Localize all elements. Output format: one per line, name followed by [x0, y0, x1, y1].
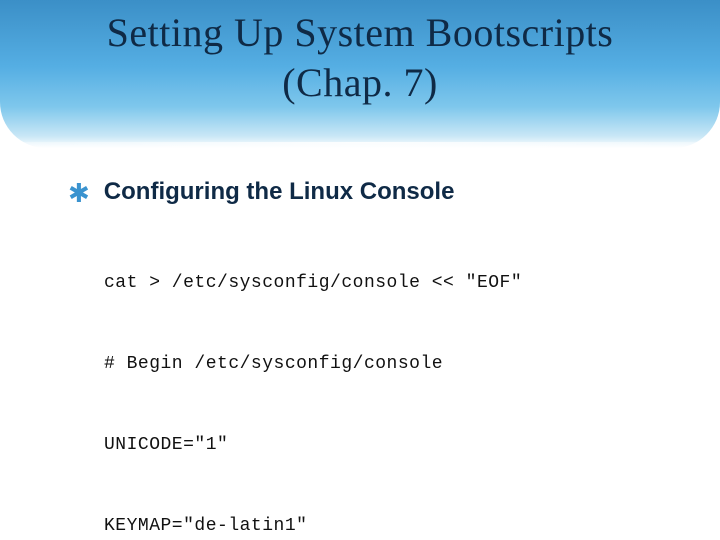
- code-line: cat > /etc/sysconfig/console << "EOF": [104, 270, 680, 297]
- code-line: # Begin /etc/sysconfig/console: [104, 351, 680, 378]
- asterisk-icon: ✱: [68, 180, 90, 206]
- code-block: cat > /etc/sysconfig/console << "EOF" # …: [104, 216, 680, 540]
- slide: Setting Up System Bootscripts (Chap. 7) …: [0, 0, 720, 540]
- title-line-2: (Chap. 7): [282, 60, 438, 105]
- bullet-row: ✱ Configuring the Linux Console: [68, 178, 680, 206]
- title-line-1: Setting Up System Bootscripts: [107, 10, 614, 55]
- content-area: ✱ Configuring the Linux Console cat > /e…: [68, 178, 680, 540]
- bullet-text-label: Configuring the Linux Console: [104, 178, 455, 205]
- code-line: KEYMAP="de-latin1": [104, 513, 680, 540]
- bullet-text: Configuring the Linux Console: [104, 178, 455, 206]
- slide-title: Setting Up System Bootscripts (Chap. 7): [0, 8, 720, 108]
- code-line: UNICODE="1": [104, 432, 680, 459]
